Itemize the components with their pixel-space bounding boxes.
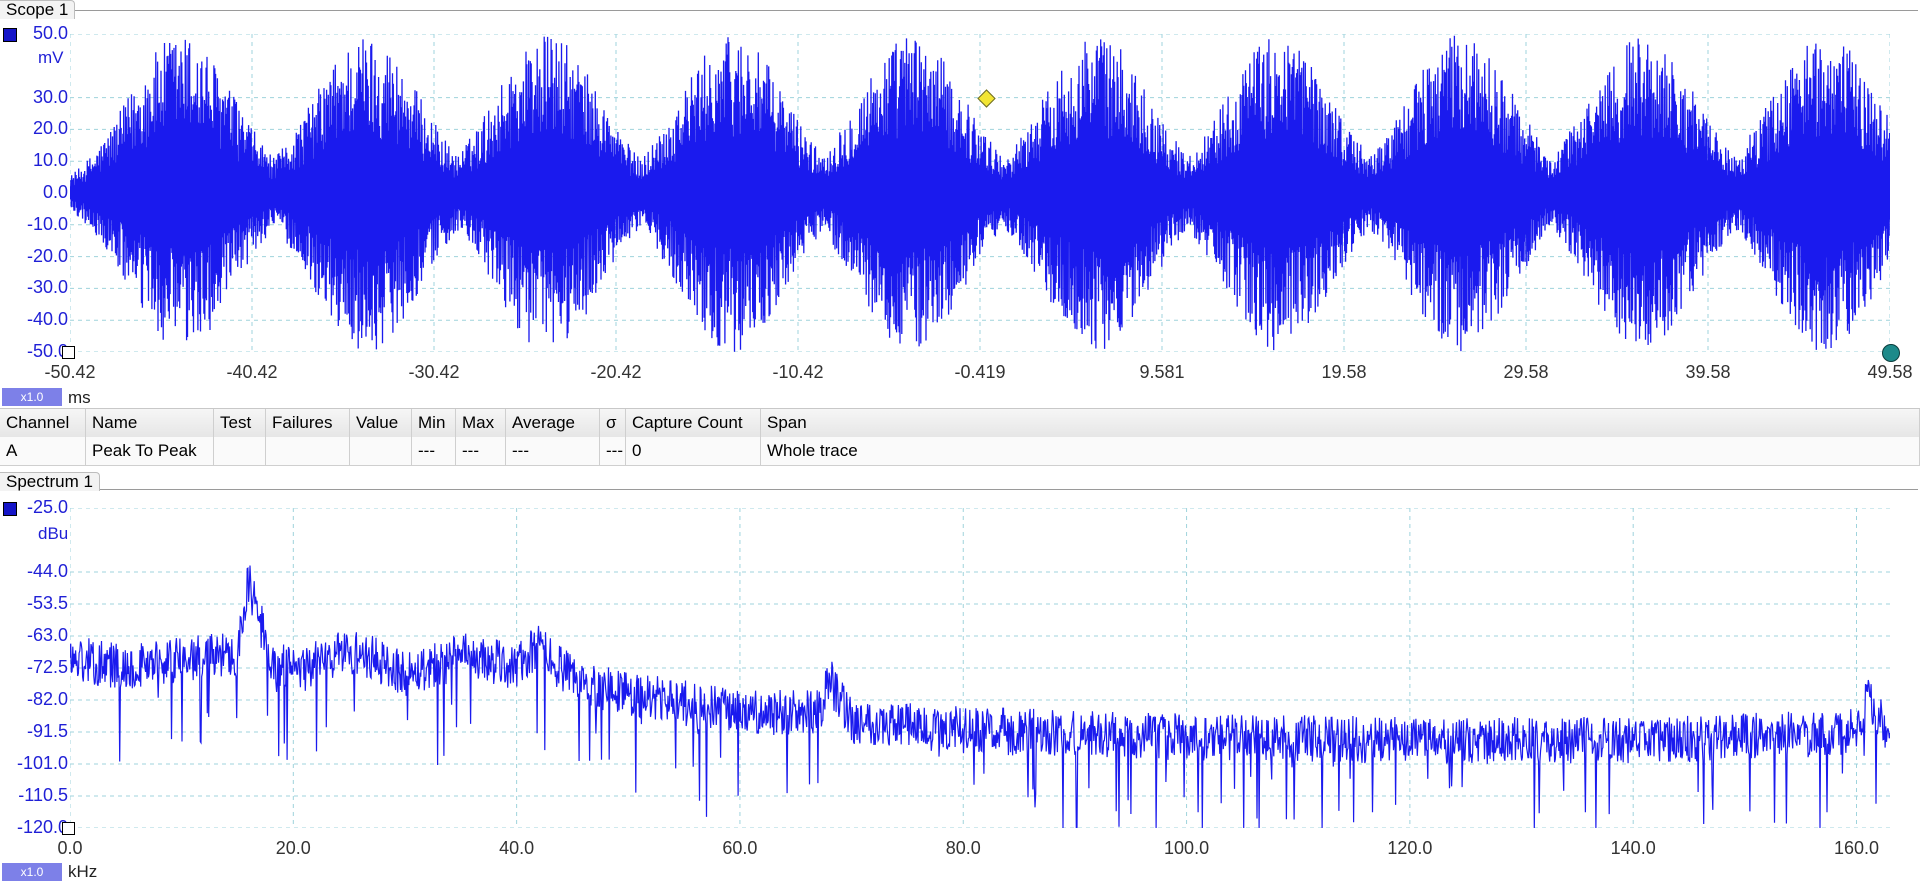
spectrum-x-tick-2: 40.0 [499,838,535,858]
scope-zoom-badge[interactable]: x1.0 [2,388,62,406]
table-cell-7: --- [506,437,600,465]
column-header-7[interactable]: Average [506,409,600,437]
scope-x-tick-5: -0.419 [954,362,1006,382]
spectrum-origin-marker[interactable] [62,822,75,835]
column-header-0[interactable]: Channel [0,409,86,437]
scope-x-tick-6: 9.581 [1139,362,1185,382]
column-header-2[interactable]: Test [214,409,266,437]
spectrum-y-tick-5: -82.0 [26,689,68,709]
measurements-header: Channel Name Test Failures Value Min Max Averag… [0,408,1920,438]
scope-x-tick-10: 49.58 [1867,362,1913,382]
scope-plot-area[interactable] [70,34,1890,352]
column-header-8[interactable]: σ [600,409,626,437]
column-header-5[interactable]: Min [412,409,456,437]
scope-y-tick-4: 0.0 [42,182,68,202]
scope-y-tick-5: -10.0 [26,213,68,234]
scope-x-tick-2: -30.42 [408,362,460,382]
scope-x-tick-1: -40.42 [226,362,278,382]
column-header-3[interactable]: Failures [266,409,350,437]
spectrum-y-tick-8: -110.5 [18,785,68,805]
scope-x-tick-7: 19.58 [1321,362,1367,382]
table-cell-9: 0 [626,437,761,465]
scope-origin-marker[interactable] [62,346,75,359]
scope-x-unit: ms [68,388,91,407]
scope-y-tick-7: -30.0 [26,277,68,298]
spectrum-x-tick-1: 20.0 [275,838,311,858]
table-row[interactable]: A Peak To Peak --- --- --- --- 0 Whole trace [0,437,1920,466]
spectrum-y-unit: dBu [38,524,69,543]
spectrum-x-tick-6: 120.0 [1387,838,1433,858]
table-cell-10: Whole trace [761,437,1920,465]
spectrum-trace [70,565,1890,828]
column-header-6[interactable]: Max [456,409,506,437]
scope-y-tick-3: 10.0 [32,150,68,171]
table-cell-0: A [0,437,86,465]
column-header-1[interactable]: Name [86,409,214,437]
spectrum-y-tick-7: -101.0 [16,753,68,773]
scope-y-tick-9: -50.0 [26,341,68,361]
table-cell-1: Peak To Peak [86,437,214,465]
spectrum-y-tick-6: -91.5 [26,721,68,741]
scope-x-tick-9: 39.58 [1685,362,1731,382]
measurements-table: Channel Name Test Failures Value Min Max Averag… [0,408,1920,468]
scope-x-tick-4: -10.42 [772,362,824,382]
scope-y-tick-2: 20.0 [32,118,68,139]
scope-x-tick-3: -20.42 [590,362,642,382]
spectrum-y-tick-4: -72.5 [26,657,68,677]
spectrum-panel-title[interactable]: Spectrum 1 [0,472,100,491]
ruler-handle[interactable] [1882,344,1900,362]
scope-x-tick-8: 29.58 [1503,362,1549,382]
scope-y-tick-6: -20.0 [26,245,68,266]
scope-panel-title[interactable]: Scope 1 [0,0,76,19]
scope-x-tick-0: -50.42 [44,362,96,382]
spectrum-zoom-badge[interactable]: x1.0 [2,863,62,881]
spectrum-x-tick-5: 100.0 [1164,838,1210,858]
spectrum-y-tick-3: -63.0 [26,625,68,645]
table-cell-5: --- [412,437,456,465]
spectrum-x-unit: kHz [68,862,98,881]
scope-y-tick-8: -40.0 [26,309,68,330]
spectrum-panel-rule [100,489,1918,490]
column-header-10[interactable]: Span [761,409,1920,437]
spectrum-x-tick-8: 160.0 [1833,838,1880,858]
scope-y-tick-0: 50.0 [32,23,68,43]
scope-panel-rule [60,10,1918,11]
spectrum-plot-area[interactable] [70,508,1890,828]
spectrum-x-tick-3: 60.0 [722,838,758,858]
spectrum-x-tick-4: 80.0 [945,838,981,858]
scope-y-unit: mV [38,48,64,67]
table-cell-4 [350,437,412,465]
spectrum-x-tick-0: 0.0 [57,838,83,858]
column-header-9[interactable]: Capture Count [626,409,761,437]
scope-y-tick-1: 30.0 [32,86,68,107]
spectrum-y-tick-0: -25.0 [26,497,68,517]
spectrum-y-tick-9: -120.0 [16,817,68,837]
spectrum-y-tick-2: -53.5 [26,593,68,613]
spectrum-y-tick-1: -44.0 [26,561,68,581]
table-cell-3 [266,437,350,465]
table-cell-2 [214,437,266,465]
spectrum-x-tick-7: 140.0 [1610,838,1656,858]
table-cell-6: --- [456,437,506,465]
table-cell-8: --- [600,437,626,465]
column-header-4[interactable]: Value [350,409,412,437]
